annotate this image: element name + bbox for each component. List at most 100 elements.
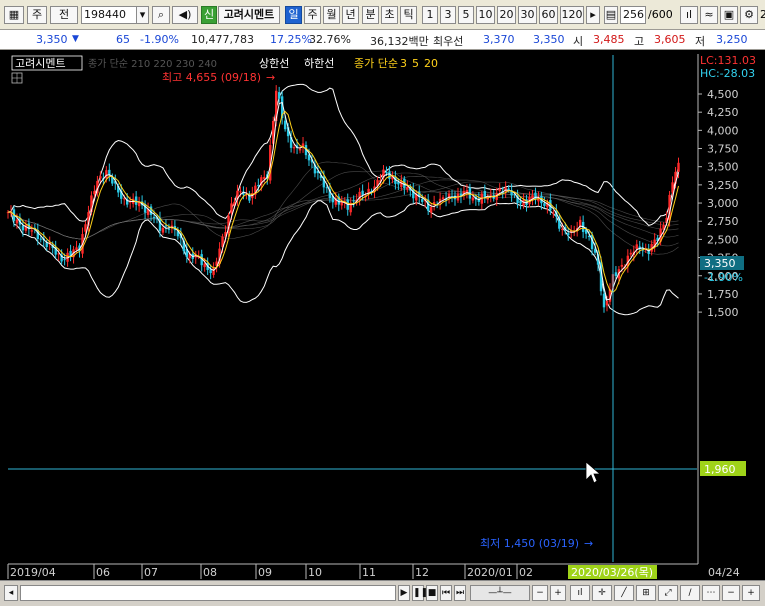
candle-body bbox=[385, 172, 388, 174]
legend-ma3: 3 bbox=[400, 57, 407, 70]
price-chart[interactable]: 4,500 4,250 4,000 3,750 3,500 3,250 3,000 2,750… bbox=[0, 50, 765, 580]
chart-menu-icon[interactable]: ▦ bbox=[4, 6, 24, 24]
candle-body bbox=[152, 216, 156, 219]
tab-year[interactable]: 년 bbox=[342, 6, 359, 24]
right-arrow-icon: → bbox=[266, 71, 275, 84]
x-tick-label: 2020/01 bbox=[467, 566, 513, 579]
candle-body bbox=[239, 191, 242, 193]
y-tick-label: 3,250 bbox=[707, 179, 739, 192]
chevron-down-icon[interactable]: ▾ bbox=[136, 6, 149, 24]
candle-body bbox=[471, 197, 475, 201]
stop-icon[interactable]: ■ bbox=[426, 585, 438, 601]
quote-turnover2: 32.76% bbox=[309, 33, 351, 46]
x-tick-label: 09 bbox=[258, 566, 272, 579]
candle-body bbox=[567, 233, 570, 236]
y-tick-label: 3,500 bbox=[707, 161, 739, 174]
candle-body bbox=[39, 238, 42, 240]
minus-icon[interactable]: − bbox=[722, 585, 740, 601]
minute-5[interactable]: 5 bbox=[458, 6, 474, 24]
best-label: 최우선 bbox=[433, 35, 464, 48]
candle-body bbox=[498, 188, 501, 192]
quote-amount: 36,132백만 bbox=[370, 35, 429, 48]
legend-ma-label: 종가 단순 bbox=[354, 57, 398, 70]
scroll-start-icon[interactable]: ◂ bbox=[4, 585, 18, 601]
quote-bid: 3,350 bbox=[533, 33, 565, 46]
x-tick-label: 11 bbox=[362, 566, 376, 579]
candle-body bbox=[483, 191, 486, 198]
minute-1[interactable]: 1 bbox=[422, 6, 438, 24]
minute-60[interactable]: 60 bbox=[539, 6, 558, 24]
save-icon[interactable]: ▣ bbox=[720, 6, 738, 24]
x-tick-label: 08 bbox=[203, 566, 217, 579]
period-label[interactable]: 전 bbox=[50, 6, 78, 24]
speaker-icon[interactable]: ◀) bbox=[172, 6, 198, 24]
y-tick-label: 3,750 bbox=[707, 143, 739, 156]
search-icon[interactable]: ⌕ bbox=[152, 6, 170, 24]
calendar-icon[interactable]: ▤ bbox=[604, 6, 618, 24]
plus-icon[interactable]: + bbox=[742, 585, 760, 601]
more-icon[interactable]: ⋯ bbox=[702, 585, 720, 601]
quote-change: 65 bbox=[116, 33, 130, 46]
gear-icon[interactable]: ⚙ bbox=[740, 6, 758, 24]
tab-day[interactable]: 일 bbox=[285, 6, 302, 24]
chart-type-icon[interactable]: ≈ bbox=[700, 6, 718, 24]
candle-body bbox=[367, 188, 370, 193]
zoom-out-icon[interactable]: − bbox=[532, 585, 548, 601]
candle-body bbox=[277, 92, 281, 99]
step-forward-icon[interactable]: ⏭ bbox=[454, 585, 466, 601]
candle-body bbox=[605, 300, 609, 306]
tab-month[interactable]: 월 bbox=[323, 6, 340, 24]
tab-tick[interactable]: 틱 bbox=[400, 6, 417, 24]
y-tick-label: 1,500 bbox=[707, 306, 739, 319]
chart-scrollbar[interactable] bbox=[20, 585, 396, 601]
credit-badge: 신 bbox=[201, 6, 217, 24]
candle-body bbox=[209, 269, 212, 274]
minute-10[interactable]: 10 bbox=[476, 6, 495, 24]
minute-120[interactable]: 120 bbox=[560, 6, 584, 24]
minute-30[interactable]: 30 bbox=[518, 6, 537, 24]
y-tick-label: 2,500 bbox=[707, 233, 739, 246]
bar-type-icon[interactable]: ıl bbox=[570, 585, 590, 601]
cross-date: 2020/03/26(목) bbox=[571, 566, 653, 579]
long-ma-line bbox=[7, 170, 679, 247]
candle-body bbox=[671, 182, 674, 193]
quote-high: 3,605 bbox=[654, 33, 686, 46]
indicator-icon[interactable]: ıl bbox=[680, 6, 698, 24]
tab-minute[interactable]: 분 bbox=[362, 6, 379, 24]
speed-slider[interactable]: —┴— bbox=[470, 585, 530, 601]
candle-body bbox=[421, 199, 424, 202]
y-tick-label: 4,500 bbox=[707, 88, 739, 101]
fit-icon[interactable]: ⊞ bbox=[636, 585, 656, 601]
tab-week[interactable]: 주 bbox=[304, 6, 321, 24]
candle-body bbox=[161, 227, 165, 233]
candle-body bbox=[298, 148, 302, 151]
pause-icon[interactable]: ❚❚ bbox=[412, 585, 428, 601]
candle-body bbox=[677, 162, 680, 172]
step-back-icon[interactable]: ⏮ bbox=[440, 585, 452, 601]
x-tick-label: 02 bbox=[519, 566, 533, 579]
market-select[interactable]: 주 bbox=[27, 6, 47, 24]
zoom-in-icon[interactable]: + bbox=[550, 585, 566, 601]
long-ma-line bbox=[7, 161, 679, 255]
expand-icon[interactable]: ⤢ bbox=[658, 585, 678, 601]
candle-body bbox=[406, 186, 409, 190]
minute-scroll-icon[interactable]: ▸ bbox=[586, 6, 600, 24]
candle-body bbox=[203, 263, 206, 268]
lower-band bbox=[7, 200, 679, 316]
tab-second[interactable]: 초 bbox=[381, 6, 398, 24]
high-label: 고 bbox=[634, 35, 645, 48]
candle-body bbox=[388, 171, 391, 179]
legend-ma-dim: 종가 단순 210 220 230 240 bbox=[88, 58, 217, 70]
play-icon[interactable]: ▶ bbox=[398, 585, 410, 601]
candle-body bbox=[620, 264, 624, 267]
minute-3[interactable]: 3 bbox=[440, 6, 456, 24]
minute-20[interactable]: 20 bbox=[497, 6, 516, 24]
count-input[interactable]: 256 bbox=[620, 6, 646, 24]
stock-name: 고려시멘트 bbox=[218, 6, 280, 24]
trend-icon[interactable]: ∕ bbox=[680, 585, 700, 601]
line-tool-icon[interactable]: ╱ bbox=[614, 585, 634, 601]
open-label: 시 bbox=[573, 35, 584, 48]
crosshair-icon[interactable]: ✛ bbox=[592, 585, 612, 601]
quote-price: 3,350 bbox=[36, 33, 68, 46]
mouse-cursor-icon bbox=[585, 461, 602, 484]
